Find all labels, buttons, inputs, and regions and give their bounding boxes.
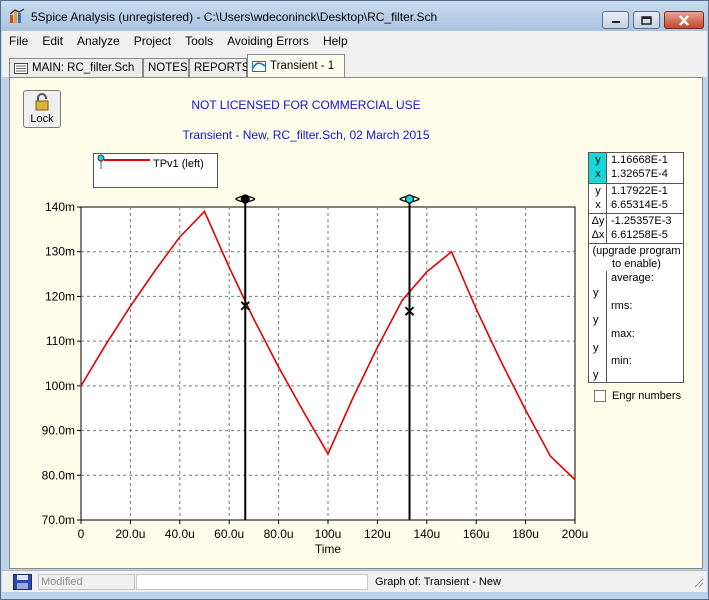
- application-window: 5Spice Analysis (unregistered) - C:\User…: [0, 0, 709, 600]
- modified-indicator: Modified: [38, 574, 135, 590]
- delta-y-label: Δy: [591, 215, 605, 227]
- stat-rms-label: rms:: [611, 300, 633, 312]
- x-tick-label: 40.0u: [165, 527, 195, 541]
- cursor1-y-row: y 1.16668E-1: [589, 154, 685, 167]
- y-tick-label: 90.0m: [42, 424, 75, 438]
- stat-rms-y: y: [593, 314, 599, 326]
- y-tick-label: 110m: [46, 334, 75, 348]
- cursor-handle: [404, 194, 415, 204]
- y-tick-label: 120m: [45, 289, 75, 303]
- delta-x-value: 6.61258E-5: [611, 229, 668, 241]
- y-tick-label: 70.0m: [42, 513, 75, 527]
- cursor2-y-row: y 1.17922E-1: [589, 185, 685, 198]
- tab-label: Transient - 1: [270, 60, 335, 72]
- y-tick-label: 100m: [45, 379, 75, 393]
- y-tick-label: 80.0m: [42, 468, 75, 482]
- cursor2-y-value: 1.17922E-1: [611, 185, 668, 197]
- status-field: [136, 574, 368, 590]
- x-tick-label: 180u: [512, 527, 539, 541]
- delta-y-row: Δy -1.25357E-3: [589, 215, 685, 228]
- tab-transient-1[interactable]: Transient - 1: [247, 54, 345, 77]
- cursor1-y-value: 1.16668E-1: [611, 154, 668, 166]
- x-tick-label: 160u: [463, 527, 490, 541]
- stat-average-label: average:: [611, 272, 654, 284]
- y-tick-label: 130m: [45, 245, 75, 259]
- graph-icon: [252, 60, 266, 72]
- cursor1-x-row: x 1.32657E-4: [589, 168, 685, 181]
- engr-numbers-label: Engr numbers: [612, 390, 682, 402]
- stat-max-label: max:: [611, 328, 635, 340]
- cursor2-x-value: 6.65314E-5: [611, 199, 668, 211]
- cursor1-x-label: x: [595, 168, 601, 180]
- cursor-handle: [240, 194, 250, 204]
- x-tick-label: 20.0u: [115, 527, 145, 541]
- save-disk-icon: [13, 574, 32, 590]
- y-tick-label: 140m: [45, 200, 75, 214]
- resize-grip-icon[interactable]: [692, 576, 704, 588]
- divider: [589, 243, 684, 244]
- cursor1-y-label: y: [595, 154, 601, 166]
- delta-x-row: Δx 6.61258E-5: [589, 229, 685, 242]
- x-axis-label: Time: [315, 542, 342, 556]
- x-tick-label: 60.0u: [214, 527, 244, 541]
- status-bar: Modified Graph of: Transient - New: [2, 570, 707, 592]
- graph-of-label: Graph of: Transient - New: [375, 576, 501, 588]
- x-tick-label: 0: [78, 527, 85, 541]
- cursor1-x-value: 1.32657E-4: [611, 168, 668, 180]
- divider: [606, 271, 607, 383]
- divider: [606, 153, 607, 243]
- delta-x-label: Δx: [591, 229, 605, 241]
- stat-min-label: min:: [611, 355, 632, 367]
- x-tick-label: 200u: [562, 527, 589, 541]
- cursor2-x-label: x: [595, 199, 601, 211]
- x-tick-label: 120u: [364, 527, 391, 541]
- x-tick-label: 100u: [315, 527, 342, 541]
- stat-average-y: y: [593, 287, 599, 299]
- engr-numbers-checkbox[interactable]: Engr numbers: [594, 390, 681, 402]
- upgrade-note-line1: (upgrade program: [592, 245, 681, 257]
- divider: [589, 213, 684, 214]
- upgrade-note-line2: to enable): [612, 258, 661, 270]
- delta-y-value: -1.25357E-3: [611, 215, 672, 227]
- divider: [589, 183, 684, 184]
- stat-min-y: y: [593, 369, 599, 381]
- cursor-readout-panel: y 1.16668E-1 x 1.32657E-4 y 1.17922E-1 x…: [588, 152, 684, 383]
- stat-max-y: y: [593, 342, 599, 354]
- x-tick-label: 140u: [413, 527, 440, 541]
- cursor2-y-label: y: [595, 185, 601, 197]
- checkbox-box[interactable]: [594, 390, 606, 402]
- cursor2-x-row: x 6.65314E-5: [589, 199, 685, 212]
- x-tick-label: 80.0u: [264, 527, 294, 541]
